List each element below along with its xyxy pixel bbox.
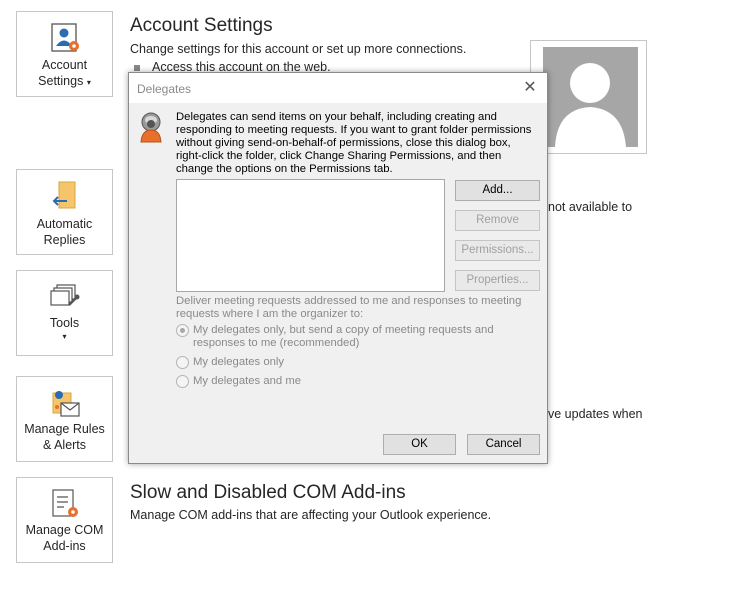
properties-button[interactable]: Properties... [455, 270, 540, 291]
close-icon[interactable]: ✕ [513, 73, 547, 103]
account-settings-title: Account Settings [130, 15, 273, 36]
radio-label: My delegates only, but send a copy of me… [193, 324, 494, 349]
radio-button[interactable] [176, 375, 189, 388]
manage-com-label-1: Manage COM [25, 523, 104, 537]
background-text-fragment: not available to [548, 200, 633, 214]
delegates-icon [140, 112, 162, 143]
com-addins-icon [51, 489, 78, 517]
avatar-placeholder [543, 47, 638, 147]
dialog-title: Delegates [137, 82, 192, 96]
manage-com-label-2: Add-ins [43, 539, 86, 553]
automatic-replies-label-1: Automatic [36, 217, 93, 231]
option-delegates-and-me[interactable]: My delegates and me [176, 375, 301, 388]
account-settings-description: Change settings for this account or set … [130, 42, 467, 56]
account-settings-label-2: Settings ▾ [17, 73, 112, 91]
automatic-replies-label-2: Replies [43, 233, 86, 247]
tools-icon [49, 284, 79, 306]
com-addins-title: Slow and Disabled COM Add-ins [130, 482, 406, 503]
automatic-replies-icon [52, 181, 75, 209]
chevron-down-icon: ▾ [62, 332, 67, 341]
dialog-titlebar[interactable]: Delegates ✕ [129, 73, 547, 103]
automatic-replies-tile[interactable]: Automatic Replies [16, 169, 113, 255]
radio-label: My delegates and me [193, 375, 302, 387]
bullet-icon [134, 64, 140, 71]
radio-label: My delegates only [193, 356, 285, 368]
background-text-fragment: ve updates when [548, 407, 643, 421]
person-silhouette-icon [555, 63, 626, 147]
com-addins-description: Manage COM add-ins that are affecting yo… [130, 508, 492, 522]
manage-rules-icon [52, 391, 80, 417]
remove-button[interactable]: Remove [455, 210, 540, 231]
chevron-down-icon: ▾ [86, 78, 91, 87]
account-settings-label-2-text: Settings [38, 74, 84, 88]
permissions-button[interactable]: Permissions... [455, 240, 540, 261]
delegates-dialog: Delegates ✕ Delegates can send items on … [128, 72, 548, 464]
account-settings-tile[interactable]: Account Settings ▾ [16, 11, 113, 97]
tools-label: Tools [49, 316, 80, 330]
dialog-description: Delegates can send items on your behalf,… [176, 111, 532, 175]
option-delegates-only[interactable]: My delegates only [176, 356, 284, 369]
radio-button[interactable] [176, 324, 189, 337]
tools-tile[interactable]: Tools ▾ [16, 270, 113, 356]
manage-rules-label-1: Manage Rules [24, 422, 105, 436]
option-delegates-copy-me[interactable]: My delegates only, but send a copy of me… [176, 324, 516, 350]
ok-button[interactable]: OK [383, 434, 456, 455]
manage-rules-label-2: & Alerts [42, 438, 87, 452]
manage-com-addins-tile[interactable]: Manage COM Add-ins [16, 477, 113, 563]
manage-rules-tile[interactable]: Manage Rules & Alerts [16, 376, 113, 462]
add-button[interactable]: Add... [455, 180, 540, 201]
account-settings-label-1: Account [41, 58, 88, 72]
account-settings-icon [50, 23, 79, 52]
radio-button[interactable] [176, 356, 189, 369]
delegates-list[interactable] [176, 179, 445, 292]
cancel-button[interactable]: Cancel [467, 434, 540, 455]
meeting-requests-label: Deliver meeting requests addressed to me… [176, 295, 522, 320]
